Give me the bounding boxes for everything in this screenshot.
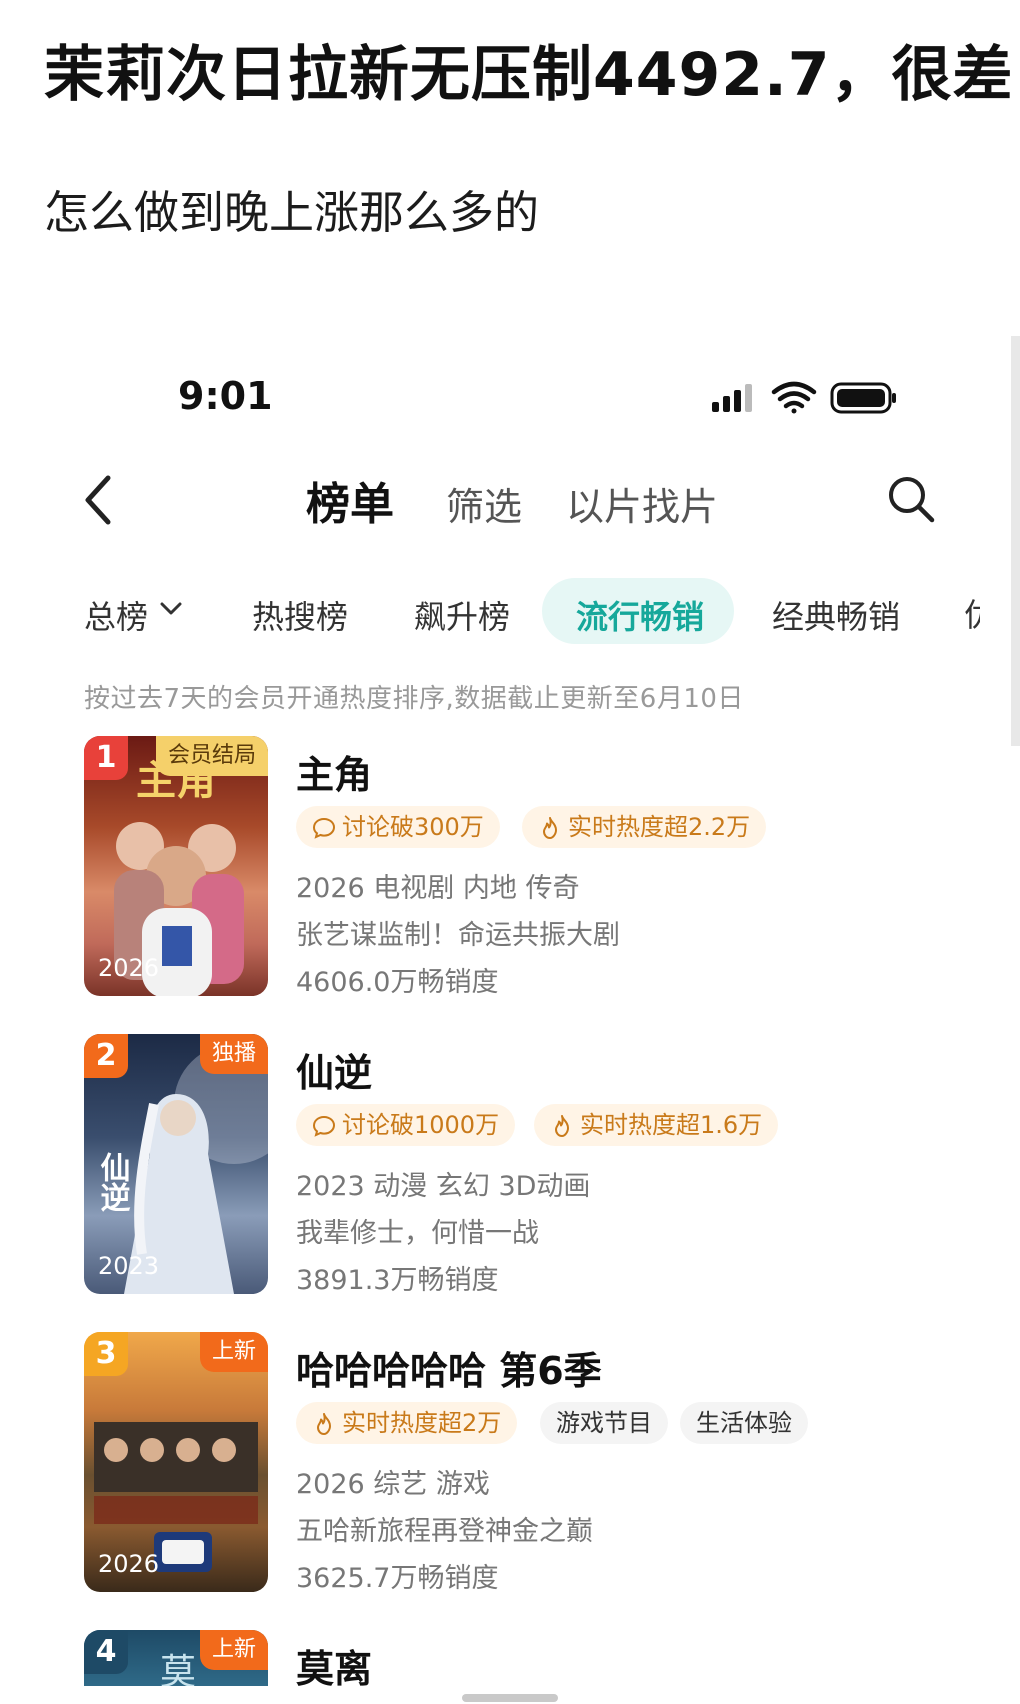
heat-badge: 实时热度超2万 <box>296 1402 518 1444</box>
item-sales: 3625.7万畅销度 <box>296 1563 499 1594</box>
svg-text:莫: 莫 <box>160 1652 196 1686</box>
list-item[interactable]: 仙逆 2 独播 2023 仙逆 讨论破1000万 实时热度超1.6万 2023 … <box>0 1034 1020 1304</box>
search-icon[interactable] <box>886 474 936 524</box>
discussion-badge: 讨论破1000万 <box>296 1104 516 1146</box>
tag-badge: 游戏节目 <box>540 1402 668 1444</box>
poster[interactable]: 主角 1 会员结局 2026 <box>84 736 268 996</box>
tag-badge: 生活体验 <box>680 1402 808 1444</box>
status-time: 9:01 <box>178 374 273 418</box>
category-all[interactable]: 总榜 <box>84 592 148 638</box>
poster-tag: 会员结局 <box>155 736 268 776</box>
post-subline: 怎么做到晚上涨那么多的 <box>44 186 540 239</box>
poster[interactable]: 仙逆 2 独播 2023 <box>84 1034 268 1294</box>
rank-badge: 2 <box>84 1034 128 1078</box>
item-meta: 2026 电视剧 内地 传奇 <box>296 873 580 904</box>
flame-icon <box>543 817 557 839</box>
item-meta: 2023 动漫 玄幻 3D动画 <box>296 1171 591 1202</box>
list-item[interactable]: 3 上新 2026 哈哈哈哈哈 第6季 实时热度超2万 游戏节目 生活体验 20… <box>0 1332 1020 1602</box>
flame-icon <box>317 1413 331 1435</box>
poster[interactable]: 3 上新 2026 <box>84 1332 268 1592</box>
poster[interactable]: 莫 4 上新 <box>84 1630 268 1686</box>
heat-badge: 实时热度超2.2万 <box>522 806 767 848</box>
category-classic[interactable]: 经典畅销 <box>772 592 900 638</box>
flame-icon <box>555 1115 569 1137</box>
chevron-down-icon[interactable] <box>160 600 182 618</box>
category-rising[interactable]: 飙升榜 <box>414 592 510 638</box>
ranking-note: 按过去7天的会员开通热度排序,数据截止更新至6月10日 <box>84 684 744 714</box>
poster-year: 2026 <box>98 954 160 982</box>
rank-badge: 3 <box>84 1332 128 1376</box>
status-icons <box>712 381 896 414</box>
item-description: 我辈修士，何惜一战 <box>296 1218 539 1249</box>
back-icon[interactable] <box>80 472 120 528</box>
category-hot-search[interactable]: 热搜榜 <box>252 592 348 638</box>
edge-divider <box>1011 336 1020 746</box>
home-indicator <box>462 1694 558 1702</box>
category-popular[interactable]: 流行畅销 <box>576 592 704 638</box>
item-title[interactable]: 主角 <box>296 744 372 799</box>
svg-text:仙逆: 仙逆 <box>95 1152 131 1213</box>
poster-year: 2026 <box>98 1550 160 1578</box>
list-item[interactable]: 主角 1 会员结局 2026 主角 讨论破300万 实时热度超2.2万 2026… <box>0 736 1020 1006</box>
item-sales: 3891.3万畅销度 <box>296 1265 499 1296</box>
list-item[interactable]: 莫 4 上新 莫离 <box>0 1630 1020 1686</box>
item-title[interactable]: 仙逆 <box>296 1042 372 1097</box>
poster-tag: 上新 <box>199 1332 268 1372</box>
comment-icon <box>312 817 336 839</box>
discussion-badge: 讨论破300万 <box>296 806 500 848</box>
tab-rankings[interactable]: 榜单 <box>306 468 394 532</box>
poster-year: 2023 <box>98 1252 160 1280</box>
signal-icon <box>712 384 752 412</box>
item-description: 五哈新旅程再登神金之巅 <box>296 1516 593 1547</box>
battery-icon <box>830 382 896 414</box>
rank-badge: 1 <box>84 736 128 780</box>
comment-icon <box>312 1115 336 1137</box>
heat-badge: 实时热度超1.6万 <box>534 1104 779 1146</box>
category-next[interactable]: 优 <box>964 590 980 636</box>
wifi-icon <box>771 381 817 414</box>
item-title[interactable]: 莫离 <box>296 1638 372 1686</box>
tab-filter[interactable]: 筛选 <box>446 476 522 531</box>
tab-find-by-film[interactable]: 以片找片 <box>566 476 718 531</box>
item-title[interactable]: 哈哈哈哈哈 第6季 <box>296 1340 602 1395</box>
rank-badge: 4 <box>84 1630 128 1674</box>
item-sales: 4606.0万畅销度 <box>296 967 499 998</box>
item-description: 张艺谋监制！命运共振大剧 <box>296 920 620 951</box>
post-headline: 茉莉次日拉新无压制4492.7，很差 <box>44 40 1014 110</box>
item-meta: 2026 综艺 游戏 <box>296 1469 490 1500</box>
poster-tag: 上新 <box>199 1630 268 1670</box>
poster-tag: 独播 <box>199 1034 268 1074</box>
